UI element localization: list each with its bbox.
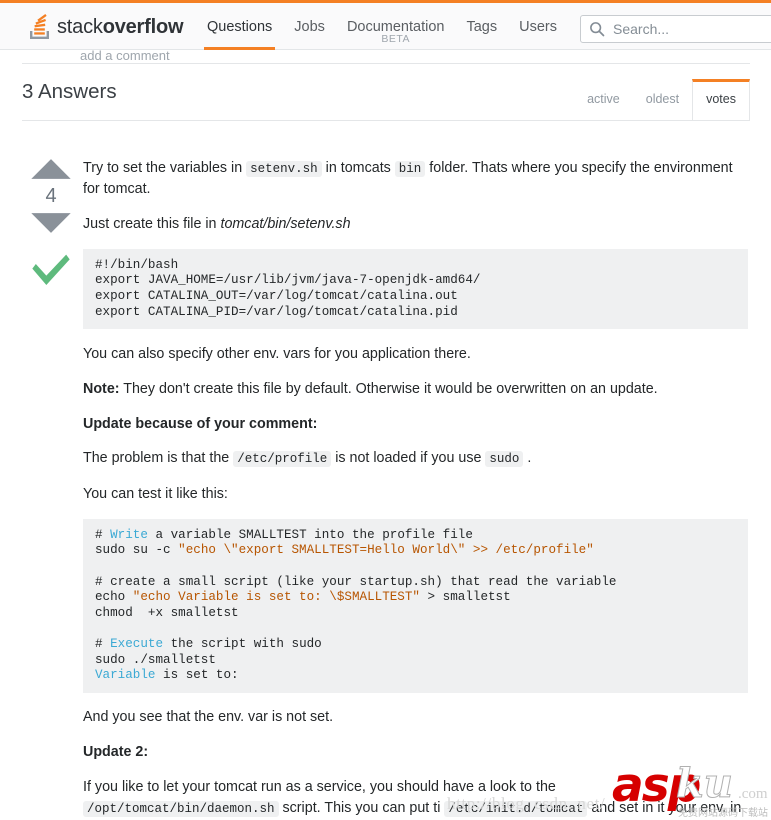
documentation-beta-badge: BETA <box>381 33 411 45</box>
update-heading: Update because of your comment: <box>83 415 318 432</box>
vote-cell: 4 <box>28 158 74 289</box>
logo-text-overflow: overflow <box>102 16 184 38</box>
p6-text-c: . <box>523 450 532 467</box>
p4-text: They don't create this file by default. … <box>119 380 658 397</box>
nav-item-jobs[interactable]: Jobs <box>283 3 336 50</box>
logo-text: stackoverflow <box>57 16 184 38</box>
inline-code-sudo: sudo <box>485 451 524 468</box>
answer-paragraph-1: Try to set the variables in setenv.sh in… <box>83 158 748 199</box>
comment-divider <box>22 63 750 64</box>
p6-text-b: is not loaded if you use <box>331 450 486 467</box>
vote-count: 4 <box>45 185 57 207</box>
site-header: stackoverflow Questions Jobs Documentati… <box>0 3 771 50</box>
nav-item-documentation[interactable]: Documentation BETA <box>336 3 456 50</box>
search-icon <box>590 22 605 37</box>
arrow-down-icon[interactable] <box>30 212 72 234</box>
answer-sort-tabs: active oldest votes <box>574 79 750 120</box>
answer-paragraph-5: Update because of your comment: <box>83 414 748 434</box>
main-nav: Questions Jobs Documentation BETA Tags U… <box>196 3 568 50</box>
p10-text-b: script. This you can put ti <box>278 799 445 816</box>
add-comment-link[interactable]: add a comment <box>80 48 170 63</box>
inline-code-etc-profile: /etc/profile <box>233 451 332 468</box>
p1-text-a: Try to set the variables in <box>83 160 247 176</box>
answer-paragraph-4: Note: They don't create this file by def… <box>83 379 748 399</box>
answer-paragraph-9: Update 2: <box>83 742 748 762</box>
inline-code-setenv: setenv.sh <box>246 161 322 177</box>
nav-item-users[interactable]: Users <box>508 3 568 50</box>
p6-text-a: The problem is that the <box>83 450 234 467</box>
note-label: Note: <box>83 380 120 397</box>
answer-paragraph-7: You can test it like this: <box>83 485 228 502</box>
tab-votes[interactable]: votes <box>692 79 750 120</box>
p10-text-a: If you like to let your tomcat run as a … <box>83 779 556 796</box>
code-block-setenv: #!/bin/bash export JAVA_HOME=/usr/lib/jv… <box>83 248 748 330</box>
answer-paragraph-3: You can also specify other env. vars for… <box>83 345 471 362</box>
logo-text-stack: stack <box>57 16 103 38</box>
p2-italic-path: tomcat/bin/setenv.sh <box>220 215 351 232</box>
nav-item-tags[interactable]: Tags <box>455 3 508 50</box>
stackoverflow-logo-icon <box>30 13 49 39</box>
code-block-test-script: # Write a variable SMALLTEST into the pr… <box>83 518 748 693</box>
update2-heading: Update 2: <box>83 744 149 761</box>
nav-item-questions[interactable]: Questions <box>196 3 283 50</box>
answer-body: Try to set the variables in setenv.sh in… <box>83 158 748 820</box>
search-input[interactable] <box>613 21 771 37</box>
stackoverflow-answer-page: add a comment 3 Answers active oldest vo… <box>0 0 771 820</box>
answer-paragraph-8: And you see that the env. var is not set… <box>83 709 334 726</box>
answers-header: 3 Answers active oldest votes <box>22 79 750 120</box>
tab-oldest[interactable]: oldest <box>633 79 692 120</box>
arrow-up-icon[interactable] <box>30 158 72 180</box>
inline-code-daemon-sh: /opt/tomcat/bin/daemon.sh <box>83 800 279 817</box>
answer-paragraph-6: The problem is that the /etc/profile is … <box>83 448 748 469</box>
answers-divider <box>22 120 750 121</box>
answer-paragraph-2: Just create this file in tomcat/bin/sete… <box>83 214 748 234</box>
site-logo[interactable]: stackoverflow <box>27 11 184 43</box>
checkmark-icon <box>32 254 70 285</box>
tab-active[interactable]: active <box>574 79 633 120</box>
p2-text-a: Just create this file in <box>83 215 221 232</box>
answer-paragraph-10: If you like to let your tomcat run as a … <box>83 777 748 820</box>
inline-code-bin: bin <box>394 161 426 177</box>
inline-code-init-d-tomcat: /etc/init.d/tomcat <box>444 800 588 817</box>
page-title: 3 Answers <box>22 80 117 103</box>
p1-text-b: in tomcats <box>321 160 395 176</box>
search-box[interactable] <box>580 15 771 43</box>
